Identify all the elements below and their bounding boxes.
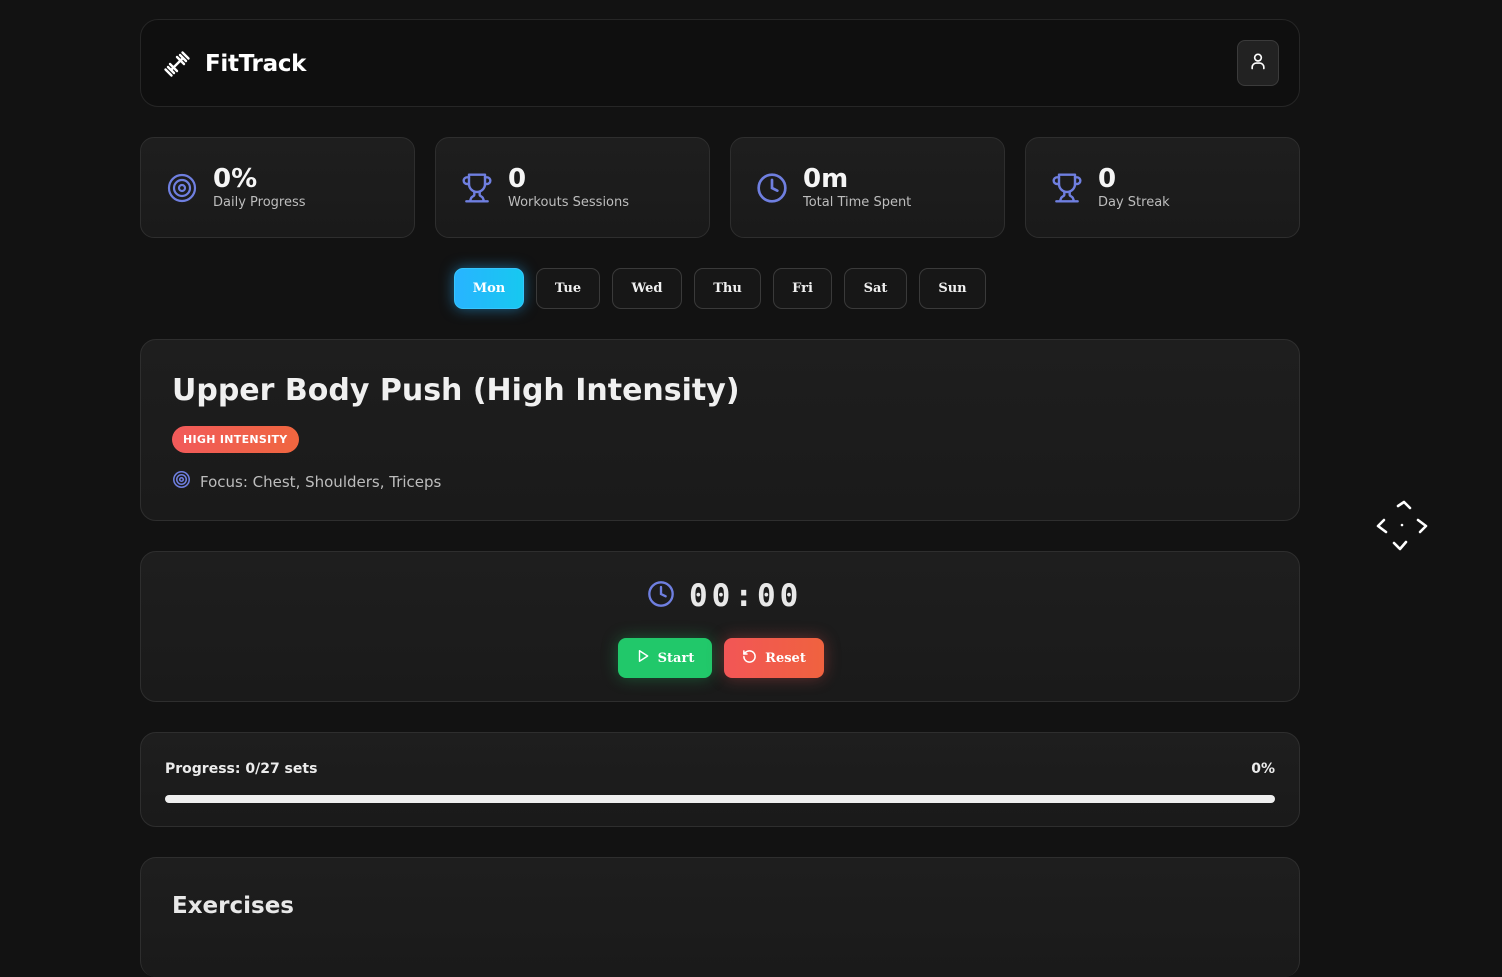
start-button[interactable]: Start (618, 638, 712, 678)
day-tab-mon[interactable]: Mon (454, 268, 524, 309)
stat-label: Day Streak (1098, 194, 1170, 210)
workout-title: Upper Body Push (High Intensity) (172, 373, 740, 408)
brand[interactable]: FitTrack (161, 48, 306, 80)
stat-value: 0 (1098, 163, 1117, 194)
dumbbell-icon (161, 48, 193, 80)
day-tab-thu[interactable]: Thu (694, 268, 761, 309)
target-icon (172, 470, 191, 493)
progress-label: Progress: 0/27 sets (165, 761, 318, 777)
app-name: FitTrack (205, 51, 307, 77)
reset-label: Reset (765, 650, 806, 666)
exercises-section: Exercises (140, 857, 1300, 977)
play-icon (636, 649, 650, 667)
trophy-icon (1050, 171, 1084, 205)
user-icon (1248, 51, 1268, 75)
target-icon (165, 171, 199, 205)
day-tab-wed[interactable]: Wed (612, 268, 682, 309)
fullscreen-focus-icon[interactable] (1374, 498, 1430, 554)
stat-label: Daily Progress (213, 194, 306, 210)
stat-day-streak: 0 Day Streak (1025, 137, 1300, 238)
stat-daily-progress: 0% Daily Progress (140, 137, 415, 238)
workout-card: Upper Body Push (High Intensity) HIGH IN… (140, 339, 1300, 521)
stat-value: 0% (213, 163, 258, 194)
progress-card: Progress: 0/27 sets 0% (140, 732, 1300, 827)
stat-label: Total Time Spent (803, 194, 912, 210)
stat-label: Workouts Sessions (508, 194, 630, 210)
stat-workout-sessions: 0 Workouts Sessions (435, 137, 710, 238)
day-tab-tue[interactable]: Tue (536, 268, 600, 309)
focus-text: Focus: Chest, Shoulders, Triceps (200, 472, 442, 491)
day-tab-fri[interactable]: Fri (773, 268, 832, 309)
reset-icon (742, 649, 757, 668)
intensity-badge: HIGH INTENSITY (172, 426, 299, 453)
workout-timer: 00:00 Start Reset (140, 551, 1300, 702)
start-label: Start (657, 650, 695, 666)
stat-value: 0 (508, 163, 527, 194)
exercises-title: Exercises (172, 893, 294, 919)
timer-display: 00:00 (647, 578, 802, 614)
workout-focus: Focus: Chest, Shoulders, Triceps (172, 470, 441, 493)
progress-percent: 0% (1251, 761, 1275, 777)
reset-button[interactable]: Reset (724, 638, 824, 678)
app-header: FitTrack (140, 19, 1300, 107)
user-profile-button[interactable] (1237, 40, 1279, 86)
timer-text: 00:00 (689, 578, 803, 614)
stat-total-time: 0m Total Time Spent (730, 137, 1005, 238)
clock-icon (755, 171, 789, 205)
day-tab-sat[interactable]: Sat (844, 268, 907, 309)
day-tab-sun[interactable]: Sun (919, 268, 986, 309)
stat-value: 0m (803, 163, 849, 194)
trophy-icon (460, 171, 494, 205)
progress-bar (165, 795, 1275, 803)
clock-icon (647, 580, 675, 612)
